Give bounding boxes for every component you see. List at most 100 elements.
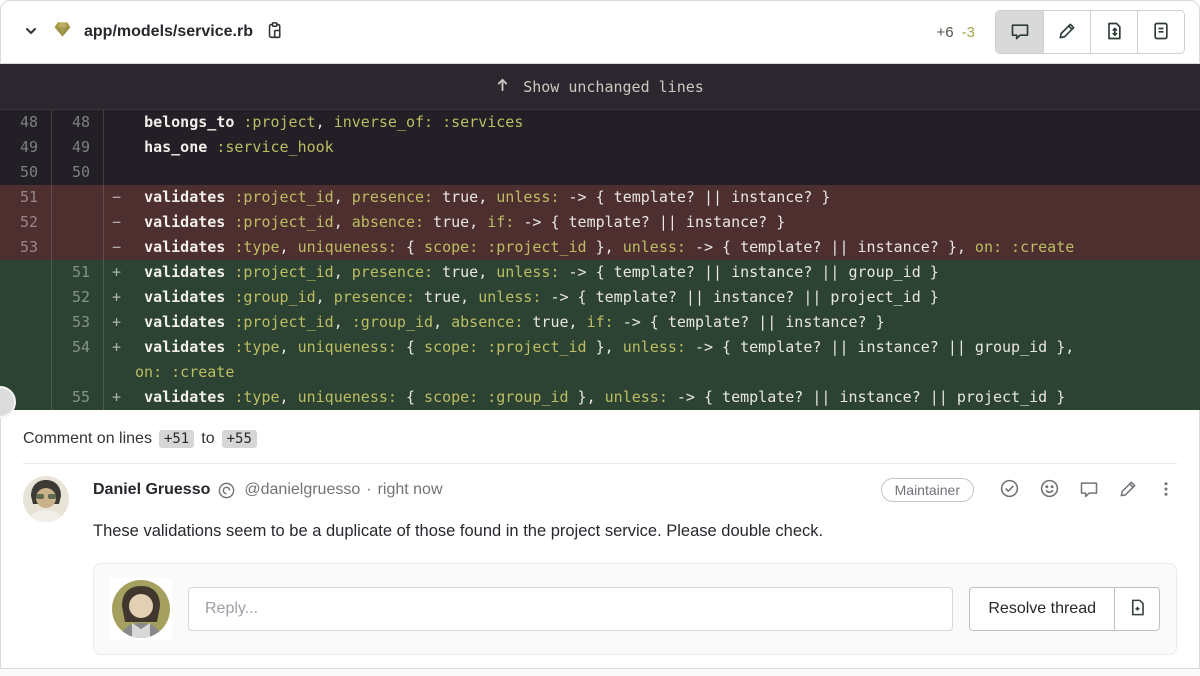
maintainer-badge: Maintainer [881,478,974,502]
new-line-number[interactable]: 54 [52,335,104,360]
code-line: belongs_to :project, inverse_of: :servic… [126,110,1200,135]
old-line-number[interactable] [0,360,52,385]
reply-container: Resolve thread [93,563,1177,655]
diff-row: 5050 [0,160,1200,185]
code-line: validates :project_id, absence: true, if… [126,210,1200,235]
new-line-number[interactable]: 49 [52,135,104,160]
diff-row: 53+ validates :project_id, :group_id, ab… [0,310,1200,335]
author-handle: @danielgruesso [244,481,360,499]
diff-sign: − [104,210,126,235]
line-to-chip: +55 [222,430,257,448]
code-line: on: :create [126,360,1200,385]
current-user-avatar [112,580,170,638]
code-line: validates :type, uniqueness: { scope: :p… [126,235,1200,260]
edit-file-button[interactable] [1043,11,1090,53]
expand-up-icon [496,77,509,96]
old-line-number[interactable]: 49 [0,135,52,160]
reply-input[interactable] [188,587,953,631]
pencil-icon [1118,479,1138,502]
collapse-file-button[interactable] [21,21,41,44]
diff-panel: Show unchanged lines 4848 belongs_to :pr… [0,64,1200,410]
diff-row: 53− validates :type, uniqueness: { scope… [0,235,1200,260]
compare-versions-button[interactable] [1090,11,1137,53]
old-line-number[interactable]: 52 [0,210,52,235]
new-line-number[interactable]: 50 [52,160,104,185]
comment-heading-joiner: to [201,430,214,448]
separator-dot: · [366,481,371,499]
file-path[interactable]: app/models/service.rb [84,23,253,41]
new-line-number[interactable] [52,360,104,385]
clipboard-copy-icon [267,21,284,43]
diff-row: 51− validates :project_id, presence: tru… [0,185,1200,210]
code-line [126,160,1200,185]
new-line-number[interactable]: 55 [52,385,104,410]
old-line-number[interactable]: 48 [0,110,52,135]
file-resize-icon [1104,21,1124,44]
ruby-file-icon [53,20,72,44]
diff-code: 4848 belongs_to :project, inverse_of: :s… [0,110,1200,410]
old-line-number[interactable]: 50 [0,160,52,185]
diff-row: on: :create [0,360,1200,385]
diff-row: 52+ validates :group_id, presence: true,… [0,285,1200,310]
diff-sign: + [104,385,126,410]
line-from-chip: +51 [159,430,194,448]
add-reaction-button[interactable] [1037,476,1062,504]
resolve-comment-button[interactable] [997,476,1022,504]
diff-sign: + [104,285,126,310]
resolve-thread-options-button[interactable] [1115,587,1160,631]
diff-row: 55+ validates :type, uniqueness: { scope… [0,385,1200,410]
code-line: validates :project_id, presence: true, u… [126,260,1200,285]
toggle-comments-button[interactable] [996,11,1043,53]
diff-row: 4949 has_one :service_hook [0,135,1200,160]
new-line-number[interactable]: 52 [52,285,104,310]
more-options-button[interactable] [1155,477,1177,504]
old-line-number[interactable] [0,335,52,360]
old-line-number[interactable] [0,310,52,335]
comment-bubble-icon [1079,479,1099,502]
smiley-icon [1039,478,1060,502]
resolve-thread-button[interactable]: Resolve thread [969,587,1115,631]
author-name[interactable]: Daniel Gruesso [93,481,210,499]
diff-row: 51+ validates :project_id, presence: tru… [0,260,1200,285]
check-circle-icon [999,478,1020,502]
code-line: validates :type, uniqueness: { scope: :g… [126,385,1200,410]
gitlab-team-badge-icon [217,481,236,500]
code-line: has_one :service_hook [126,135,1200,160]
kebab-menu-icon [1157,479,1175,502]
reply-comment-button[interactable] [1077,477,1101,504]
diff-sign [104,135,126,160]
old-line-number[interactable]: 53 [0,235,52,260]
diff-sign: + [104,335,126,360]
comment-body: These validations seem to be a duplicate… [93,520,1177,543]
diff-row: 52 − validates :project_id, absence: true… [0,210,1200,235]
old-line-number[interactable] [0,260,52,285]
new-line-number[interactable] [52,185,104,210]
diff-sign [104,160,126,185]
diff-sign [104,360,126,385]
comment-header: Daniel Gruesso @danielgruesso · right no… [93,476,1177,504]
old-line-number[interactable]: 51 [0,185,52,210]
new-issue-from-thread-icon [1128,598,1147,620]
comment-bubble-icon [1010,21,1030,44]
diff-row: 54+ validates :type, uniqueness: { scope… [0,335,1200,360]
new-line-number[interactable] [52,235,104,260]
diff-sign: + [104,260,126,285]
code-line: validates :group_id, presence: true, unl… [126,285,1200,310]
resolve-thread-group: Resolve thread [969,587,1160,631]
diff-sign: + [104,310,126,335]
diff-sign: − [104,185,126,210]
edit-comment-button[interactable] [1116,477,1140,504]
copy-path-button[interactable] [265,19,286,45]
new-line-number[interactable]: 51 [52,260,104,285]
comment-heading: Comment on lines +51 to +55 [23,430,1177,448]
new-line-number[interactable]: 53 [52,310,104,335]
chevron-down-icon [23,23,39,42]
new-line-number[interactable] [52,210,104,235]
new-line-number[interactable]: 48 [52,110,104,135]
comment-heading-text: Comment on lines [23,430,152,448]
diff-sign [104,110,126,135]
reply-avatar-tile [110,578,172,640]
show-unchanged-lines-button[interactable]: Show unchanged lines [0,64,1200,110]
view-file-button[interactable] [1137,11,1184,53]
old-line-number[interactable] [0,285,52,310]
